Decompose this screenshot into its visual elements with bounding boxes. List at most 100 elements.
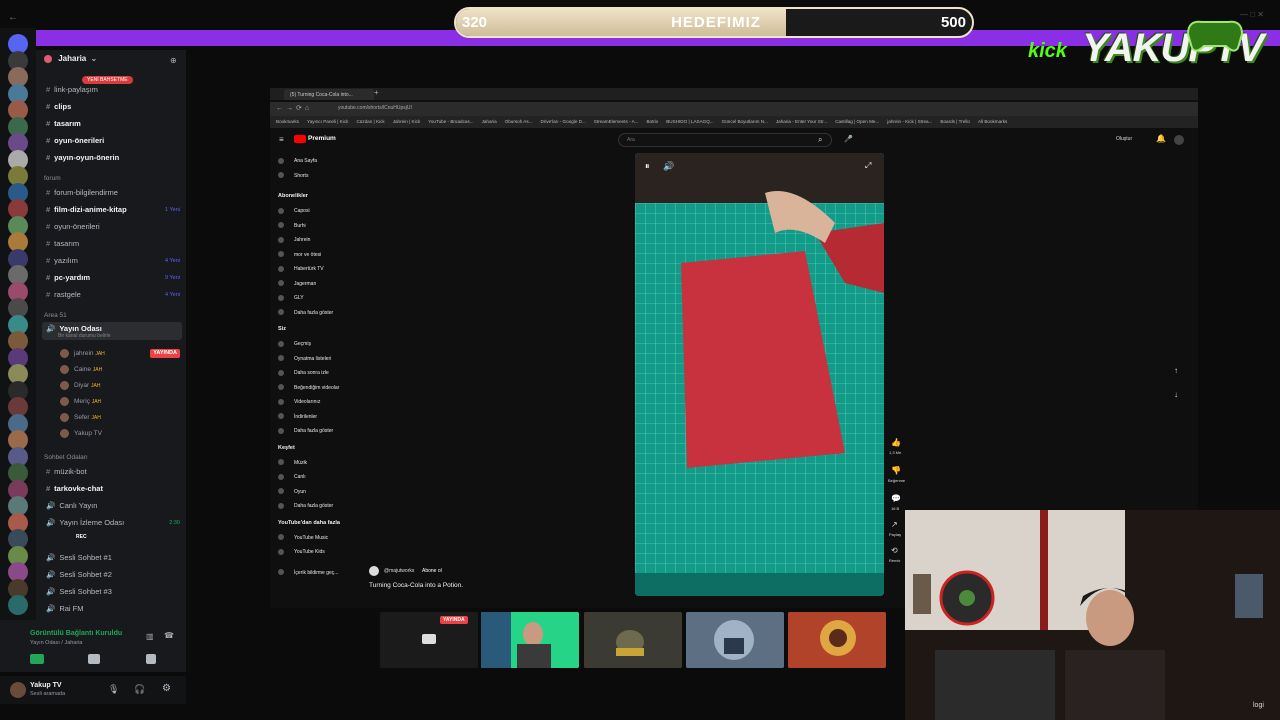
microphone-icon[interactable]: 🎤 <box>844 135 853 143</box>
channel-item[interactable]: # oyun-önerileri <box>46 135 104 147</box>
sidebar-item[interactable]: Daha fazla göster <box>278 501 333 511</box>
sidebar-item[interactable]: İçerik bildirme geç... <box>278 568 338 578</box>
voice-user[interactable]: Meriç JAH <box>60 396 101 408</box>
channel-category[interactable]: forum <box>44 175 61 182</box>
sidebar-item[interactable]: Habertürk TV <box>278 264 324 274</box>
channel-category[interactable]: Sohbet Odaları <box>44 454 88 461</box>
sidebar-item[interactable]: Jagerman <box>278 279 316 289</box>
comment-icon[interactable]: 💬 <box>891 494 901 503</box>
voice-user[interactable]: Sefer JAH <box>60 412 101 424</box>
channel-item[interactable]: # film-dizi-anime-kitap <box>46 204 127 216</box>
server-icon[interactable] <box>8 595 28 615</box>
like-icon[interactable]: 👍 <box>891 438 901 447</box>
channel-item[interactable]: # link-paylaşım <box>46 84 98 96</box>
channel-item[interactable]: # forum-bilgilendirme <box>46 187 118 199</box>
sidebar-section-heading[interactable]: YouTube'dan daha fazla <box>278 520 340 526</box>
participant-tile[interactable] <box>686 612 784 668</box>
sidebar-item[interactable]: Beğendiğim videolar <box>278 383 339 393</box>
bookmark-item[interactable]: Obursoh As... <box>505 119 533 124</box>
sidebar-item[interactable]: Daha sonra izle <box>278 368 329 378</box>
activities-button[interactable] <box>146 654 156 664</box>
browser-tab[interactable]: (5) Turning Coca-Cola into... <box>284 89 374 100</box>
channel-item[interactable]: # müzik-bot <box>46 466 87 478</box>
bookmark-item[interactable]: Cüzdan | Kick <box>356 119 384 124</box>
headphones-icon[interactable]: 🎧 <box>134 684 145 695</box>
sidebar-item[interactable]: Oynatma listeleri <box>278 354 331 364</box>
sidebar-item[interactable]: YouTube Kids <box>278 547 325 557</box>
disconnect-icon[interactable]: ☎ <box>164 631 174 640</box>
bookmark-item[interactable]: Jahrein | Kick <box>393 119 421 124</box>
channel-item[interactable]: 🔊 Canlı Yayın <box>46 500 97 512</box>
sidebar-item[interactable]: GLY <box>278 293 304 303</box>
voice-user[interactable]: Diyar JAH <box>60 380 100 392</box>
youtube-logo-icon[interactable] <box>294 135 306 143</box>
bookmark-item[interactable]: Castillag | Open Me... <box>835 119 879 124</box>
sidebar-item[interactable]: YouTube Music <box>278 533 328 543</box>
bookmark-item[interactable]: Güncel Boyutlarım N... <box>722 119 768 124</box>
channel-handle[interactable]: @majutworks <box>384 568 414 574</box>
add-user-icon[interactable]: ⊕ <box>170 56 177 65</box>
notifications-bell-icon[interactable]: 🔔 <box>1156 134 1166 143</box>
pause-icon[interactable]: ⏸ <box>645 161 650 172</box>
voice-user[interactable]: jahrein JAH <box>60 348 105 360</box>
sidebar-section-heading[interactable]: Abonelikler <box>278 193 308 199</box>
channel-item[interactable]: # yazılım <box>46 255 78 267</box>
participant-tile[interactable] <box>788 612 886 668</box>
fullscreen-icon[interactable]: ⤢ <box>865 161 871 171</box>
screen-share-button[interactable] <box>88 654 100 664</box>
sidebar-item[interactable]: Geçmiş <box>278 339 311 349</box>
create-button[interactable]: Oluştur <box>1116 136 1132 142</box>
new-tab-icon[interactable]: + <box>374 88 379 97</box>
camera-button[interactable] <box>30 654 44 664</box>
sidebar-item[interactable]: Burhi <box>278 221 306 231</box>
sidebar-item[interactable]: Jahrein <box>278 235 310 245</box>
participant-tile[interactable]: YAYINDA <box>380 612 478 668</box>
share-icon[interactable]: ↗ <box>891 520 898 529</box>
video-title[interactable]: Turning Coca-Cola into a Potion. <box>369 582 463 589</box>
sidebar-item[interactable]: mor ve ötesi <box>278 250 321 260</box>
server-header[interactable]: Jaharia ⌄ <box>36 50 186 68</box>
sidebar-section-heading[interactable]: Keşfet <box>278 445 295 451</box>
bookmark-item[interactable]: Botrix <box>646 119 658 124</box>
voice-user[interactable]: Yakup TV <box>60 428 102 440</box>
back-arrow-icon[interactable]: ← <box>8 12 18 23</box>
settings-gear-icon[interactable]: ⚙ <box>162 683 171 694</box>
sidebar-item[interactable]: Oyun <box>278 487 306 497</box>
new-mention-badge[interactable]: YENİ BAHSETME <box>82 76 133 84</box>
sidebar-item[interactable]: İndirilenler <box>278 412 317 422</box>
channel-item[interactable]: # tarkovke-chat <box>46 483 103 495</box>
bookmark-item[interactable]: jahrein - Kick | Strea... <box>887 119 932 124</box>
bookmark-item[interactable]: YouTube - Broadcas... <box>428 119 473 124</box>
search-icon[interactable]: ⌕ <box>818 135 822 145</box>
channel-category[interactable]: Area 51 <box>44 312 67 319</box>
bookmark-item[interactable]: StreamElements - A... <box>594 119 639 124</box>
shorts-video-player[interactable]: ⏸ 🔊 ⤢ <box>635 153 884 596</box>
search-input[interactable]: Ara <box>618 133 832 147</box>
bookmark-item[interactable]: All Bookmarks <box>978 119 1007 124</box>
participant-tile[interactable] <box>584 612 682 668</box>
channel-item[interactable]: # pc-yardım <box>46 272 90 284</box>
sidebar-item[interactable]: Müzik <box>278 458 307 468</box>
sidebar-item[interactable]: Shorts <box>278 171 308 181</box>
sidebar-item[interactable]: Daha fazla göster <box>278 308 333 318</box>
window-controls[interactable]: — □ ✕ <box>1240 10 1264 19</box>
microphone-icon[interactable]: 🎙 <box>108 684 119 695</box>
nav-arrows-icon[interactable]: ←→⟳⌂ <box>276 104 312 112</box>
bookmark-item[interactable]: Yayıncı Paneli | Kick <box>307 119 348 124</box>
channel-item[interactable]: 🔊 Yayın İzleme Odası <box>46 517 124 529</box>
hamburger-menu-icon[interactable]: ≡ <box>279 135 284 144</box>
youtube-premium-label[interactable]: Premium <box>308 135 336 142</box>
connection-channel[interactable]: Yayın Odası / Jaharia <box>30 640 82 646</box>
sidebar-item[interactable]: Canlı <box>278 472 306 482</box>
channel-item[interactable]: 🔊 Sesli Sohbet #3 <box>46 586 112 598</box>
channel-item[interactable]: 🔊 Rai FM <box>46 603 84 615</box>
channel-item[interactable]: # tasarım <box>46 238 79 250</box>
sidebar-item[interactable]: Ana Sayfa <box>278 156 317 166</box>
voice-user[interactable]: Caine JAH <box>60 364 102 376</box>
waveform-icon[interactable]: ▥ <box>146 632 154 641</box>
url-field[interactable]: youtube.com/shorts/lCnuHUpsjUI <box>338 105 412 111</box>
bookmark-item[interactable]: Jaharia <box>482 119 497 124</box>
channel-item[interactable]: # clips <box>46 101 71 113</box>
bookmark-item[interactable]: Jaharia - Enter Your Str... <box>776 119 827 124</box>
subscribe-button[interactable]: Abone ol <box>422 568 442 574</box>
